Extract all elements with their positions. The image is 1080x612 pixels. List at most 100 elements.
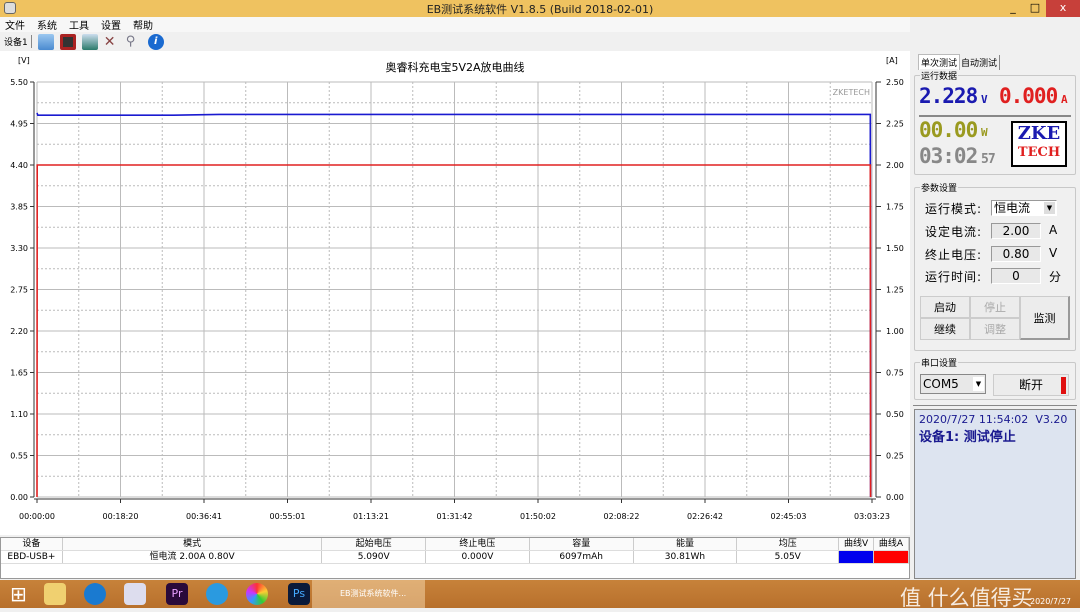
divider bbox=[919, 115, 1071, 117]
sogou-browser-icon[interactable] bbox=[84, 583, 106, 605]
x-tick: 01:50:02 bbox=[520, 512, 556, 521]
info-icon[interactable]: i bbox=[147, 33, 164, 50]
status-box: 2020/7/27 11:54:02 V3.20 设备1: 测试停止 bbox=[914, 409, 1076, 579]
photoshop-icon[interactable]: Ps bbox=[288, 583, 310, 605]
y-right-unit: [A] bbox=[886, 56, 898, 65]
windows-start-icon[interactable]: ⊞ bbox=[10, 583, 32, 605]
run-data-group: 运行数据 2.228 V 0.000 A 00.00 W 03:02 57 ZK… bbox=[914, 69, 1076, 175]
y-left-unit: [V] bbox=[18, 56, 30, 65]
tools-icon[interactable]: ✕ bbox=[104, 34, 120, 50]
serial-label: 串口设置 bbox=[920, 356, 959, 369]
close-button[interactable]: x bbox=[1046, 0, 1080, 17]
col-capacity: 容量 bbox=[530, 538, 634, 550]
mode-value: 恒电流 bbox=[994, 201, 1031, 215]
cutoff-voltage-input[interactable]: 0.80 bbox=[991, 246, 1041, 262]
toolbar: 设备1 ✕ ⚲ i bbox=[0, 32, 910, 51]
tab-auto-test[interactable]: 自动测试 bbox=[959, 55, 1001, 70]
taskbar: ⊞ Pr Ps EB测试系统软件... 值 什么值得买 2020/7/27 bbox=[0, 580, 1080, 610]
curve-v-color[interactable] bbox=[839, 551, 875, 563]
adjust-button[interactable]: 调整 bbox=[970, 318, 1020, 340]
y-right-tick: 2.00 bbox=[886, 161, 904, 170]
elapsed-seconds: 57 bbox=[981, 152, 996, 167]
mode-select[interactable]: 恒电流 ▼ bbox=[991, 200, 1057, 216]
cell-energy: 30.81Wh bbox=[634, 551, 738, 563]
current-unit: A bbox=[1061, 93, 1068, 106]
table-row[interactable]: EBD-USB+ 恒电流 2.00A 0.80V 5.090V 0.000V 6… bbox=[1, 551, 909, 564]
taskbar-date: 2020/7/27 bbox=[1030, 597, 1072, 606]
chart-watermark: ZKETECH bbox=[833, 88, 870, 97]
runtime-input[interactable]: 0 bbox=[991, 268, 1041, 284]
menu-tools[interactable]: 工具 bbox=[69, 17, 89, 32]
com-port-value: COM5 bbox=[923, 377, 959, 391]
y-right-tick: 0.00 bbox=[886, 493, 904, 502]
menu-settings[interactable]: 设置 bbox=[101, 17, 121, 32]
chevron-down-icon[interactable]: ▼ bbox=[973, 377, 984, 391]
y-right-tick: 1.50 bbox=[886, 244, 904, 253]
taskbar-active-window[interactable]: EB测试系统软件... bbox=[312, 580, 425, 608]
stop-button[interactable]: 停止 bbox=[970, 296, 1020, 318]
y-left-tick: 4.95 bbox=[10, 120, 28, 129]
y-left-tick: 1.65 bbox=[10, 369, 28, 378]
chart-image-icon[interactable] bbox=[81, 33, 98, 50]
cell-mode: 恒电流 2.00A 0.80V bbox=[63, 551, 323, 563]
chart-area: 奥睿科充电宝5V2A放电曲线 [V] [A] 0.00 0.00 0.55 0.25 1.10… bbox=[0, 51, 910, 535]
disconnect-label: 断开 bbox=[1018, 378, 1043, 392]
chevron-down-icon[interactable]: ▼ bbox=[1044, 202, 1055, 214]
color-app-icon[interactable] bbox=[246, 583, 268, 605]
disconnect-button[interactable]: 断开 bbox=[993, 374, 1069, 396]
x-tick: 00:55:01 bbox=[270, 512, 306, 521]
y-left-tick: 2.20 bbox=[10, 327, 28, 336]
zketech-logo: ZKE TECH bbox=[1011, 121, 1067, 167]
status-text: 设备1: 测试停止 bbox=[919, 430, 1016, 445]
status-time: 2020/7/27 11:54:02 bbox=[919, 413, 1029, 426]
y-left-tick: 0.00 bbox=[10, 493, 28, 502]
menu-system[interactable]: 系统 bbox=[37, 17, 57, 32]
cell-avg-voltage: 5.05V bbox=[737, 551, 840, 563]
curve-a-color[interactable] bbox=[874, 551, 909, 563]
col-energy: 能量 bbox=[634, 538, 738, 550]
app-bird-icon[interactable] bbox=[124, 583, 146, 605]
power-unit: W bbox=[981, 126, 988, 139]
set-current-input[interactable]: 2.00 bbox=[991, 223, 1041, 239]
tab-single-test[interactable]: 单次测试 bbox=[918, 54, 961, 70]
x-tick: 00:18:20 bbox=[103, 512, 139, 521]
y-right-tick: 0.50 bbox=[886, 410, 904, 419]
power-readout: 00.00 bbox=[919, 118, 978, 142]
maximize-button[interactable]: □ bbox=[1022, 0, 1048, 17]
monitor-button[interactable]: 监测 bbox=[1020, 296, 1070, 340]
set-current-label: 设定电流: bbox=[925, 225, 983, 239]
open-folder-icon[interactable] bbox=[37, 33, 54, 50]
premiere-icon[interactable]: Pr bbox=[166, 583, 188, 605]
col-avg-voltage: 均压 bbox=[737, 538, 840, 550]
y-left-tick: 2.75 bbox=[10, 286, 28, 295]
voltage-unit: V bbox=[981, 93, 988, 106]
x-tick: 00:00:00 bbox=[19, 512, 55, 521]
com-port-select[interactable]: COM5 ▼ bbox=[920, 374, 986, 394]
file-explorer-icon[interactable] bbox=[44, 583, 66, 605]
col-curve-v: 曲线V bbox=[839, 538, 875, 550]
y-right-tick: 0.75 bbox=[886, 369, 904, 378]
save-icon[interactable] bbox=[59, 33, 76, 50]
menu-help[interactable]: 帮助 bbox=[133, 17, 153, 32]
logo-bottom: TECH bbox=[1017, 145, 1061, 160]
serial-group: 串口设置 COM5 ▼ 断开 bbox=[914, 356, 1076, 400]
cell-start-voltage: 5.090V bbox=[322, 551, 427, 563]
title-bar: EB测试系统软件 V1.8.5 (Build 2018-02-01) _ □ x bbox=[0, 0, 1080, 17]
col-mode: 模式 bbox=[63, 538, 323, 550]
start-button[interactable]: 启动 bbox=[920, 296, 970, 318]
device-selector[interactable]: 设备1 bbox=[4, 35, 32, 48]
continue-button[interactable]: 继续 bbox=[920, 318, 970, 340]
col-end-voltage: 终止电压 bbox=[426, 538, 530, 550]
y-right-tick: 2.50 bbox=[886, 78, 904, 87]
cell-end-voltage: 0.000V bbox=[426, 551, 530, 563]
current-readout: 0.000 bbox=[999, 84, 1058, 108]
menu-file[interactable]: 文件 bbox=[5, 17, 25, 32]
browser-icon[interactable] bbox=[206, 583, 228, 605]
search-icon[interactable]: ⚲ bbox=[126, 34, 142, 50]
voltage-readout: 2.228 bbox=[919, 84, 978, 108]
menu-bar: 文件 系统 工具 设置 帮助 bbox=[0, 17, 910, 32]
runtime-unit: 分 bbox=[1049, 270, 1063, 284]
x-tick: 02:08:22 bbox=[604, 512, 640, 521]
run-data-label: 运行数据 bbox=[920, 69, 959, 82]
cell-capacity: 6097mAh bbox=[530, 551, 634, 563]
